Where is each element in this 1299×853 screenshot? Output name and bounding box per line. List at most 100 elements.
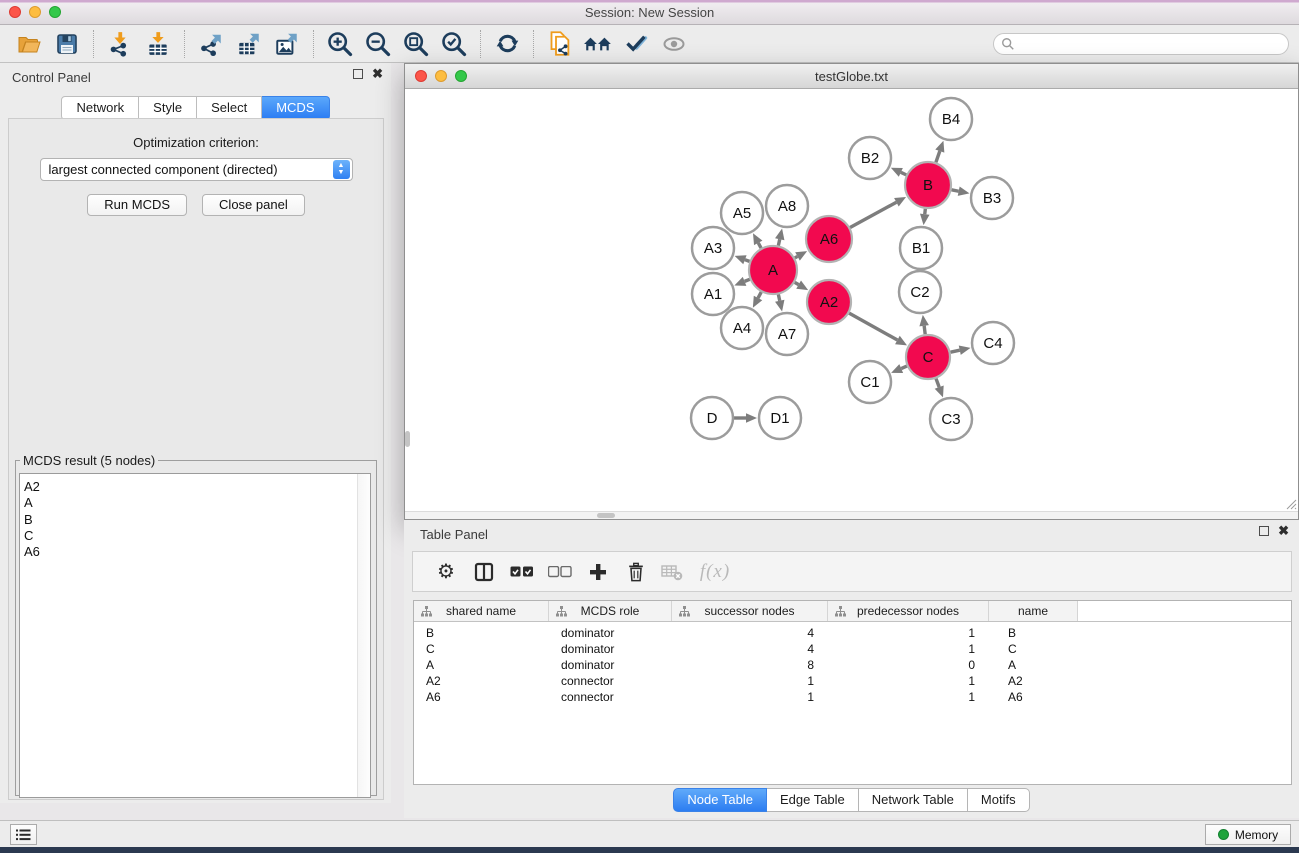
export-network-button[interactable] [192,28,230,60]
table-row[interactable]: A2connector11A2 [414,673,1291,689]
tab-motifs[interactable]: Motifs [968,788,1030,812]
show-column-button[interactable] [465,555,503,589]
mcds-result-item[interactable]: A [24,495,370,511]
graph-edge-A-A6[interactable] [795,256,798,257]
result-scrollbar[interactable] [357,474,370,797]
network-graph: AA6A2BCA1A3A4A5A7A8B1B2B3B4C1C2C3C4DD1 [405,89,1298,512]
column-header-successor-nodes[interactable]: successor nodes [672,601,828,621]
tab-select[interactable]: Select [197,96,262,120]
zoom-fit-button[interactable] [397,28,435,60]
toolbar-separator [480,30,481,58]
mcds-result-item[interactable]: B [24,512,370,528]
tab-mcds[interactable]: MCDS [262,96,329,120]
zoom-selected-button[interactable] [435,28,473,60]
table-settings-button[interactable]: ⚙ [427,555,465,589]
memory-label: Memory [1235,828,1278,842]
graph-edge-B-B2[interactable] [901,172,906,175]
zoom-out-button[interactable] [359,28,397,60]
column-type-icon [421,606,432,617]
table-header-row: shared nameMCDS rolesuccessor nodesprede… [414,601,1291,622]
tab-edge-table[interactable]: Edge Table [767,788,859,812]
close-table-panel-icon[interactable]: ✖ [1278,526,1289,536]
table-cell: A2 [989,674,1078,688]
graph-edge-B-B3[interactable] [952,190,959,191]
home-layout-button[interactable] [579,28,617,60]
column-header-name[interactable]: name [989,601,1078,621]
criterion-select[interactable]: largest connected component (directed) ▲… [40,158,353,181]
tab-network[interactable]: Network [61,96,139,120]
open-session-button[interactable] [10,28,48,60]
import-network-button[interactable] [101,28,139,60]
deselect-all-columns-button[interactable] [541,555,579,589]
new-network-from-selection-button[interactable] [541,28,579,60]
resize-grip-icon[interactable] [1285,498,1297,510]
tab-node-table[interactable]: Node Table [673,788,767,812]
select-all-columns-button[interactable] [503,555,541,589]
run-mcds-button[interactable]: Run MCDS [87,194,187,216]
zoom-in-button[interactable] [321,28,359,60]
task-history-button[interactable] [10,824,37,845]
graph-edge-B-B1[interactable] [925,209,926,214]
graph-edge-A-A1[interactable] [745,279,750,281]
import-table-button[interactable] [139,28,177,60]
graph-edge-C-C4[interactable] [950,350,959,352]
refresh-button[interactable] [488,28,526,60]
show-hide-button[interactable] [655,28,693,60]
node-label-B1: B1 [912,240,930,257]
table-row[interactable]: Bdominator41B [414,625,1291,641]
delete-table-button[interactable] [655,555,689,589]
export-network-icon [198,31,224,57]
network-horizontal-scrollbar[interactable] [405,511,1298,519]
optimization-criterion-label: Optimization criterion: [9,135,383,150]
export-table-button[interactable] [230,28,268,60]
graph-edge-B-B4[interactable] [936,151,940,162]
memory-button[interactable]: Memory [1205,824,1291,845]
mcds-result-list[interactable]: A2ABCA6 [19,473,371,798]
mcds-result-item[interactable]: A2 [24,479,370,495]
table-cell: C [989,642,1078,656]
graph-edge-A-A3[interactable] [745,260,750,262]
tab-network-table[interactable]: Network Table [859,788,968,812]
graph-edge-A-A4[interactable] [758,292,761,298]
column-header-MCDS-role[interactable]: MCDS role [549,601,672,621]
graph-edge-A2-C[interactable] [849,313,897,340]
table-row[interactable]: A6connector11A6 [414,689,1291,705]
trash-icon [626,562,646,582]
table-row[interactable]: Adominator80A [414,657,1291,673]
delete-column-button[interactable] [617,555,655,589]
node-label-A5: A5 [733,205,751,222]
table-body: Bdominator41BCdominator41CAdominator80AA… [414,622,1291,705]
graph-edge-A-A8[interactable] [778,239,779,245]
mcds-result-item[interactable]: A6 [24,544,370,560]
node-label-C4: C4 [983,335,1002,352]
tab-style[interactable]: Style [139,96,197,120]
network-vertical-scrollbar[interactable] [405,431,410,447]
graph-edge-A6-B[interactable] [850,202,896,227]
search-input[interactable] [1015,37,1288,51]
graph-edge-A-A5[interactable] [758,243,761,248]
float-panel-icon[interactable] [353,69,363,79]
mcds-result-item[interactable]: C [24,528,370,544]
export-image-button[interactable] [268,28,306,60]
validate-button[interactable] [617,28,655,60]
graph-edge-A-A7[interactable] [778,294,779,300]
graph-edge-C-C2[interactable] [924,326,925,334]
column-header-shared-name[interactable]: shared name [414,601,549,621]
graph-edge-A-A2[interactable] [795,282,799,284]
column-header-predecessor-nodes[interactable]: predecessor nodes [828,601,989,621]
close-panel-icon[interactable]: ✖ [372,69,383,79]
add-column-button[interactable] [579,555,617,589]
float-table-panel-icon[interactable] [1259,526,1269,536]
close-panel-button[interactable]: Close panel [202,194,305,216]
network-canvas[interactable]: AA6A2BCA1A3A4A5A7A8B1B2B3B4C1C2C3C4DD1 [405,89,1298,512]
edge-arrowhead-icon [920,214,930,225]
function-builder-button[interactable]: f(x) [689,555,741,589]
save-session-button[interactable] [48,28,86,60]
table-row[interactable]: Cdominator41C [414,641,1291,657]
graph-edge-C-C3[interactable] [936,379,939,388]
network-hscroll-thumb[interactable] [597,513,615,518]
table-cell: 1 [672,674,828,688]
search-field[interactable] [993,33,1289,55]
graph-edge-C-C1[interactable] [901,366,907,368]
table-cell: dominator [549,642,672,656]
